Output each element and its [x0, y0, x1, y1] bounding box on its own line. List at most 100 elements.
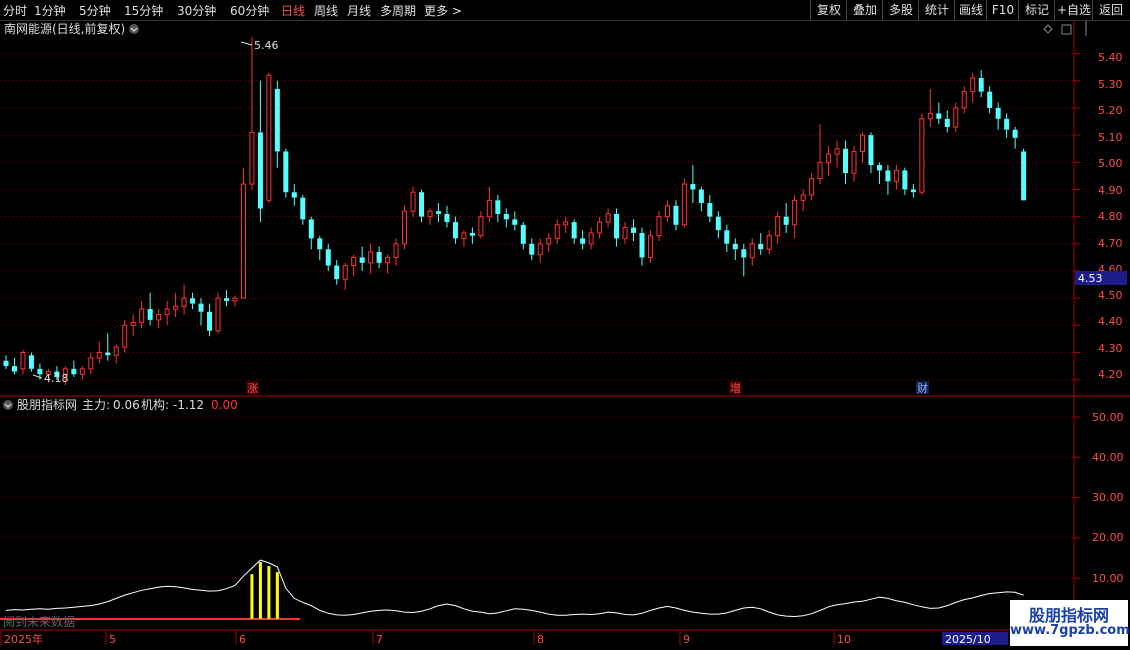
candle-body-up — [834, 148, 840, 155]
candle — [936, 102, 942, 125]
candle-body-up — [122, 324, 128, 348]
event-marker-label: 财 — [917, 381, 928, 395]
candle-body-down — [300, 197, 306, 220]
candle-body-up — [537, 243, 543, 256]
indicator-dropdown-icon[interactable] — [3, 400, 13, 410]
candle-body-up — [792, 199, 798, 226]
candle — [1012, 126, 1018, 149]
price-tick: 4.90 — [1098, 184, 1123, 197]
candle — [240, 167, 246, 299]
candle — [461, 230, 467, 247]
candle — [147, 292, 153, 326]
candle — [707, 194, 713, 223]
candle-body-up — [410, 191, 416, 212]
candle-body-up — [622, 227, 628, 239]
candle-body-down — [910, 189, 916, 193]
candle-body-up — [486, 199, 492, 218]
candle-body-down — [325, 249, 331, 266]
candle — [325, 243, 331, 271]
candle-body-up — [656, 216, 662, 237]
date-label: 5 — [109, 633, 116, 646]
candle-body-down — [495, 200, 501, 214]
institution-label: 机构: — [141, 397, 169, 412]
indicator-name[interactable]: 股朋指标网 — [17, 397, 77, 412]
candle-body-down — [435, 211, 441, 214]
candle — [486, 186, 492, 223]
candle — [775, 211, 781, 244]
candle — [198, 298, 204, 326]
candle — [257, 80, 263, 223]
high-pointer — [240, 41, 253, 46]
candle-body-down — [868, 135, 874, 166]
candle — [529, 238, 535, 261]
candle — [673, 200, 679, 231]
candle — [876, 162, 882, 185]
candle — [334, 260, 340, 285]
candle — [588, 227, 594, 250]
candle-body-up — [597, 221, 603, 234]
price-tick: 5.20 — [1098, 104, 1123, 117]
candle — [266, 72, 272, 204]
candle — [452, 216, 458, 244]
candle — [910, 184, 916, 198]
candle — [215, 292, 221, 334]
candle-body-down — [732, 243, 738, 250]
candle — [834, 140, 840, 168]
candle-body-down — [1021, 151, 1027, 201]
price-tick: 4.70 — [1098, 237, 1123, 250]
candle — [614, 208, 620, 247]
candlestick-series — [3, 37, 1027, 386]
event-marker-label: 增 — [730, 381, 741, 395]
layout-square-icon[interactable] — [1061, 24, 1072, 35]
site-watermark: 股朋指标网 www.7gpzb.com — [1010, 600, 1130, 646]
candle-body-up — [809, 178, 815, 196]
candle-body-down — [274, 88, 280, 152]
candle — [512, 211, 518, 231]
candle — [605, 208, 611, 228]
low-price-label: 4.18 — [44, 372, 69, 385]
cursor-date-label: 2025/10 — [945, 633, 991, 646]
candle-body-down — [783, 216, 789, 225]
candle — [987, 86, 993, 114]
candle-body-up — [461, 232, 467, 239]
candle-body-down — [469, 232, 475, 236]
candle-body-down — [291, 192, 297, 198]
candle-body-down — [724, 230, 730, 244]
candle — [859, 132, 865, 163]
candle-body-down — [902, 170, 908, 190]
title-dropdown-icon[interactable] — [129, 24, 139, 34]
candle — [571, 219, 577, 244]
candle-body-up — [664, 205, 670, 218]
candle — [817, 124, 823, 185]
candle-body-up — [970, 77, 976, 93]
candle — [622, 222, 628, 244]
candle-body-down — [876, 165, 882, 171]
candle — [207, 303, 213, 337]
diamond-icon[interactable] — [1043, 24, 1053, 34]
candle — [800, 189, 806, 212]
candle — [495, 194, 501, 223]
candle — [520, 222, 526, 250]
kline-chart[interactable]: 5.40 5.30 5.20 5.10 5.00 4.90 4.80 4.70 … — [0, 0, 1130, 650]
stock-title[interactable]: 南网能源(日线,前复权) — [4, 21, 125, 36]
candle-body-down — [105, 352, 111, 356]
indicator-tick: 40.00 — [1092, 451, 1124, 464]
watermark-url: www.7gpzb.com — [1010, 623, 1130, 638]
candle — [546, 232, 552, 252]
candle-body-up — [164, 308, 170, 315]
candle-body-down — [257, 132, 263, 209]
candle-body-up — [96, 352, 102, 359]
candle — [953, 102, 959, 133]
price-tick: 4.20 — [1098, 368, 1123, 381]
price-tick: 4.40 — [1098, 315, 1123, 328]
candle — [113, 344, 119, 364]
candle-body-down — [359, 257, 365, 263]
indicator-line — [5, 559, 1024, 618]
candle-body-up — [893, 169, 899, 182]
candle — [402, 205, 408, 250]
candle-body-down — [452, 222, 458, 239]
candle-body-up — [817, 161, 823, 180]
candle — [724, 224, 730, 252]
candle-body-down — [444, 213, 450, 223]
candle — [792, 194, 798, 239]
